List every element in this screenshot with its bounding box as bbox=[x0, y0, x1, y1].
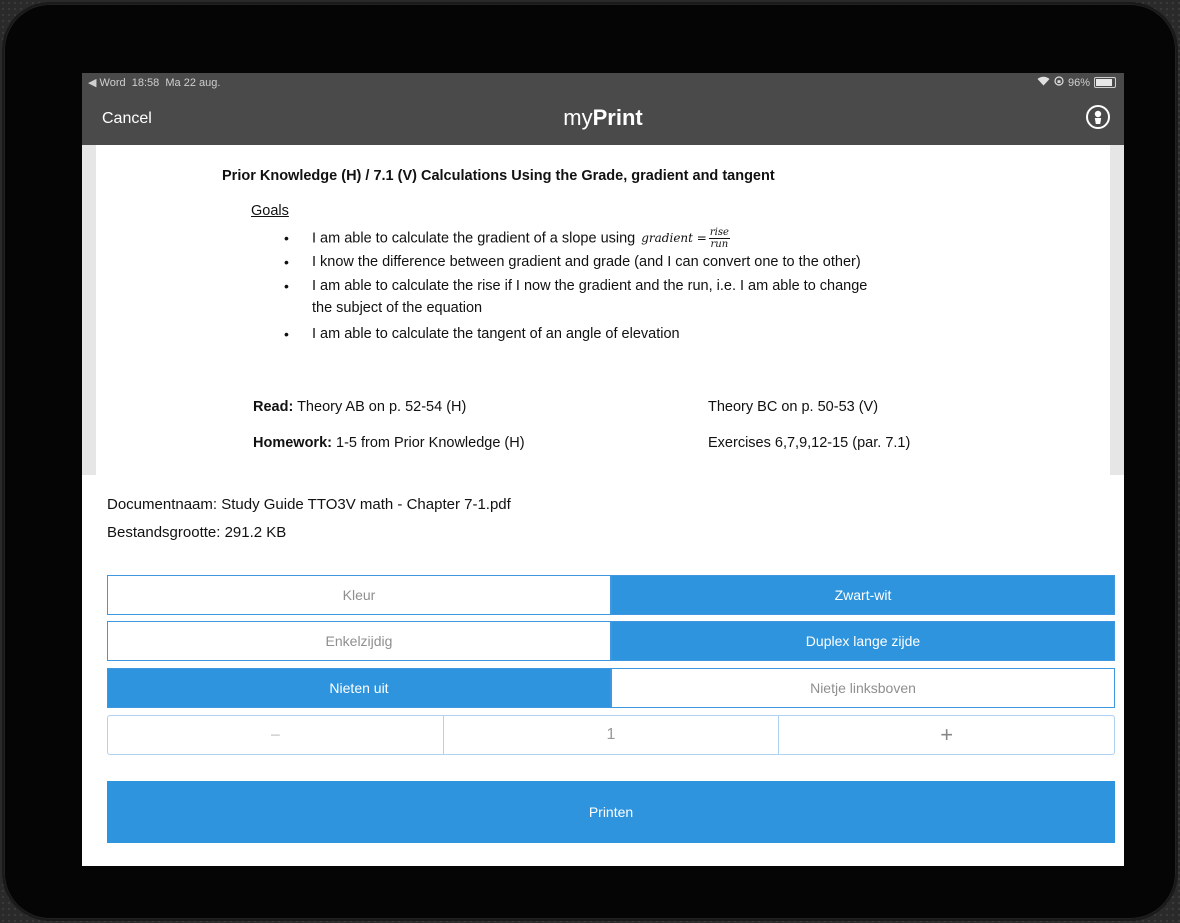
status-left: ◀ Word 18:58 Ma 22 aug. bbox=[88, 76, 220, 89]
bullet-icon: • bbox=[284, 326, 289, 342]
screen: ◀ Word 18:58 Ma 22 aug. 96% Cancel myPri… bbox=[82, 73, 1124, 866]
formula-denominator: run bbox=[710, 239, 729, 250]
single-sided-option[interactable]: Enkelzijdig bbox=[107, 621, 611, 661]
document-name: Documentnaam: Study Guide TTO3V math - C… bbox=[107, 496, 511, 513]
file-size: Bestandsgrootte: 291.2 KB bbox=[107, 524, 287, 541]
battery-icon bbox=[1094, 77, 1116, 88]
read-h: Read: Theory AB on p. 52-54 (H) bbox=[253, 399, 466, 415]
duplex-long-edge-option[interactable]: Duplex lange zijde bbox=[611, 621, 1115, 661]
goal-text: I am able to calculate the rise if I now… bbox=[312, 278, 868, 294]
document-page: Prior Knowledge (H) / 7.1 (V) Calculatio… bbox=[96, 145, 1110, 475]
decrease-copies-button[interactable]: − bbox=[108, 716, 443, 754]
homework-label: Homework: bbox=[253, 435, 332, 451]
battery-percent: 96% bbox=[1067, 76, 1090, 89]
status-time: 18:58 bbox=[131, 77, 160, 89]
color-option[interactable]: Kleur bbox=[107, 575, 611, 615]
tablet-frame: ◀ Word 18:58 Ma 22 aug. 96% Cancel myPri… bbox=[4, 4, 1176, 919]
app-title: myPrint bbox=[82, 105, 1124, 131]
print-button[interactable]: Printen bbox=[107, 781, 1115, 843]
read-v: Theory BC on p. 50-53 (V) bbox=[708, 399, 879, 415]
copies-stepper: − 1 + bbox=[107, 715, 1115, 755]
profile-icon[interactable] bbox=[1086, 105, 1110, 129]
goals-heading: Goals bbox=[251, 203, 289, 219]
gradient-formula: gradient = rise run bbox=[641, 227, 730, 250]
bullet-icon: • bbox=[284, 278, 289, 294]
nav-bar: Cancel myPrint bbox=[82, 93, 1124, 145]
formula-lhs: gradient = bbox=[641, 231, 707, 245]
formula-numerator: rise bbox=[708, 227, 730, 239]
back-to-app-link[interactable]: ◀ Word bbox=[88, 77, 126, 89]
read-label: Read: bbox=[253, 399, 294, 415]
staple-top-left-option[interactable]: Nietje linksboven bbox=[611, 668, 1115, 708]
read-h-text: Theory AB on p. 52-54 (H) bbox=[297, 399, 467, 415]
status-right: 96% bbox=[1037, 76, 1116, 89]
homework-h-text: 1-5 from Prior Knowledge (H) bbox=[336, 435, 525, 451]
bullet-icon: • bbox=[284, 254, 289, 270]
document-preview[interactable]: Prior Knowledge (H) / 7.1 (V) Calculatio… bbox=[82, 145, 1124, 475]
document-title: Prior Knowledge (H) / 7.1 (V) Calculatio… bbox=[222, 168, 775, 184]
goal-text: I know the difference between gradient a… bbox=[312, 254, 861, 270]
staple-off-option[interactable]: Nieten uit bbox=[107, 668, 611, 708]
homework-v: Exercises 6,7,9,12-15 (par. 7.1) bbox=[708, 435, 911, 451]
staple-selector: Nieten uit Nietje linksboven bbox=[107, 668, 1115, 708]
wifi-icon bbox=[1037, 76, 1050, 89]
color-mode-selector: Kleur Zwart-wit bbox=[107, 575, 1115, 615]
status-bar: ◀ Word 18:58 Ma 22 aug. 96% bbox=[82, 73, 1124, 93]
app-title-prefix: my bbox=[563, 105, 593, 130]
homework-h: Homework: 1-5 from Prior Knowledge (H) bbox=[253, 435, 525, 451]
app-title-bold: Print bbox=[592, 105, 643, 130]
bullet-icon: • bbox=[284, 230, 289, 246]
goal-text: I am able to calculate the tangent of an… bbox=[312, 326, 680, 342]
rotation-lock-icon bbox=[1054, 76, 1064, 89]
goal-text: I am able to calculate the gradient of a… bbox=[312, 230, 636, 247]
black-white-option[interactable]: Zwart-wit bbox=[611, 575, 1115, 615]
duplex-selector: Enkelzijdig Duplex lange zijde bbox=[107, 621, 1115, 661]
increase-copies-button[interactable]: + bbox=[778, 716, 1114, 754]
copies-value: 1 bbox=[442, 716, 779, 754]
status-date: Ma 22 aug. bbox=[165, 77, 221, 89]
goal-text: the subject of the equation bbox=[312, 300, 483, 316]
